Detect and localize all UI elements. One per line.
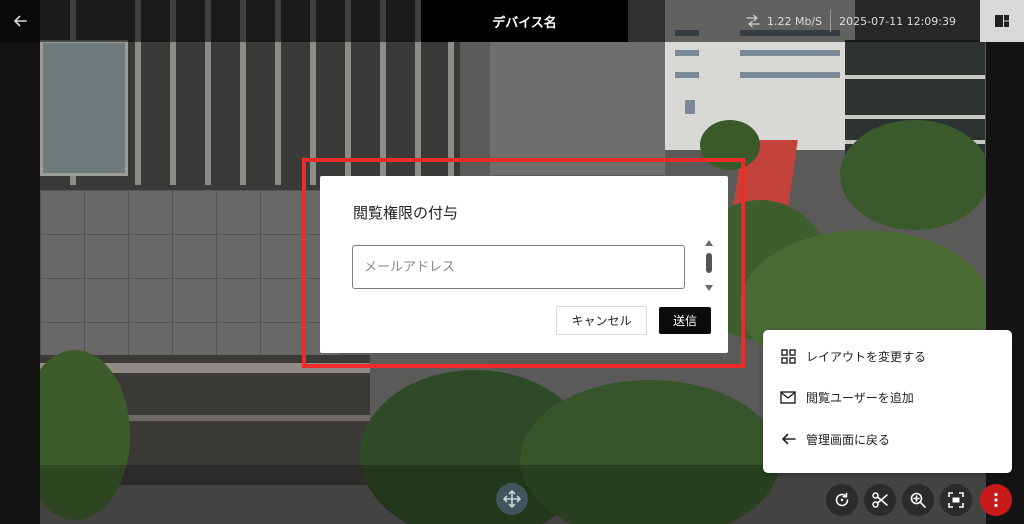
zoom-button[interactable] [902,484,934,516]
grant-permission-dialog: 閲覧権限の付与 キャンセル 送信 [320,176,728,353]
menu-item-add-viewer[interactable]: 閲覧ユーザーを追加 [763,382,1012,412]
scene-wall [40,190,340,370]
scene-tree [700,120,760,170]
menu-item-label: レイアウトを変更する [806,349,927,364]
scissors-icon [872,492,888,508]
arrow-left-icon [780,431,796,447]
datetime-text: 2025-07-11 12:09:39 [839,14,956,28]
clip-button[interactable] [864,484,896,516]
refresh-icon [835,492,849,507]
fullscreen-icon [948,492,964,508]
menu-item-label: 閲覧ユーザーを追加 [806,390,914,405]
fullscreen-button[interactable] [940,484,972,516]
scene-tree [840,120,990,230]
more-options-button[interactable] [980,484,1012,516]
device-name: デバイス名 [421,0,628,42]
status-divider [830,10,832,32]
send-button[interactable]: 送信 [659,307,711,334]
top-bar: デバイス名 1.22 Mb/S 2025-07-11 12:09:39 [0,0,1024,42]
menu-item-change-layout[interactable]: レイアウトを変更する [763,341,1012,371]
move-icon [503,490,521,508]
cancel-button[interactable]: キャンセル [556,306,647,335]
context-menu: レイアウトを変更する 閲覧ユーザーを追加 管理画面に戻る [763,330,1012,473]
letterbox-left [0,0,40,524]
scroll-up-arrow[interactable] [705,240,713,246]
pan-move-button[interactable] [496,483,528,515]
transfer-icon [746,14,760,28]
scrollbar-thumb[interactable] [706,253,712,273]
menu-item-back-to-admin[interactable]: 管理画面に戻る [763,424,1012,454]
bitrate-text: 1.22 Mb/S [767,14,823,28]
arrow-left-icon [14,15,27,27]
back-button[interactable] [0,0,40,42]
refresh-button[interactable] [826,484,858,516]
layout-icon [995,15,1009,27]
zoom-in-icon [910,492,926,508]
stream-status: 1.22 Mb/S 2025-07-11 12:09:39 [745,0,956,42]
dialog-title: 閲覧権限の付与 [353,204,459,222]
more-vertical-icon [994,492,998,508]
mail-icon [780,389,796,405]
scroll-down-arrow[interactable] [705,285,713,291]
email-input[interactable] [352,245,685,289]
layout-toggle-button[interactable] [980,0,1024,42]
scene-window [40,40,128,176]
menu-item-label: 管理画面に戻る [806,432,891,447]
grid-icon [780,348,796,364]
